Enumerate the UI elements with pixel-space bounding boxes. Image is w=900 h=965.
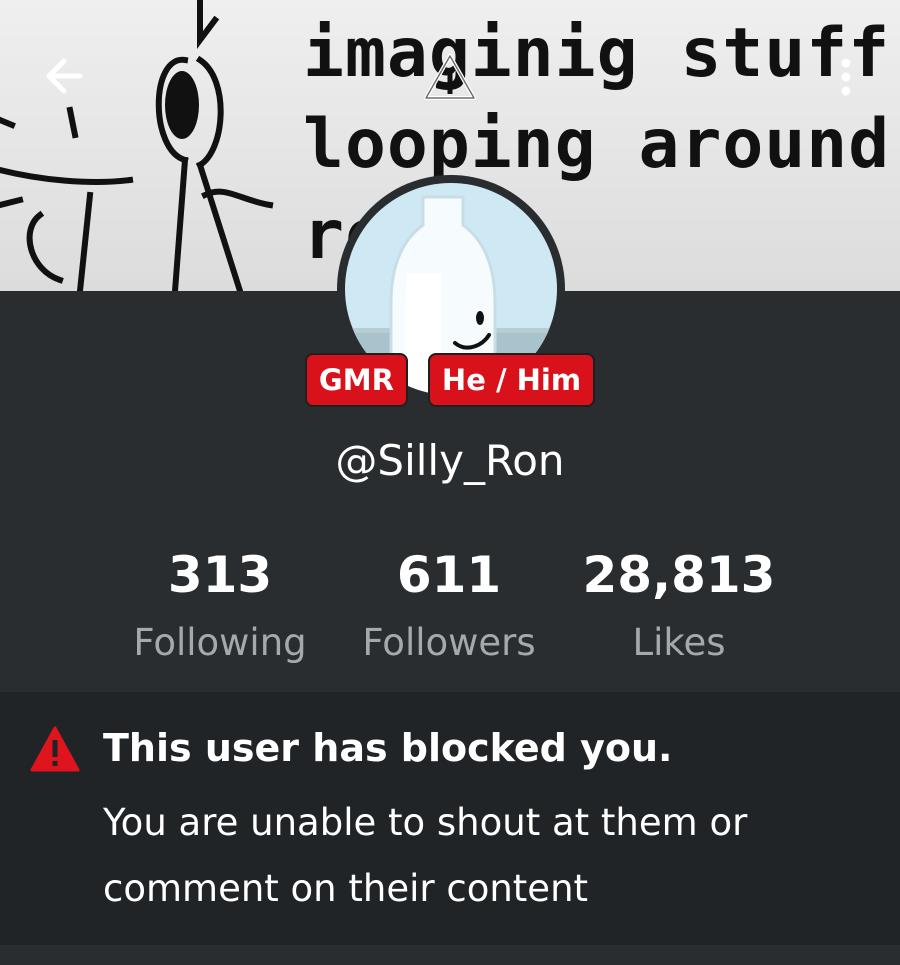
stat-likes: 28,813 Likes xyxy=(569,545,789,673)
following-count: 313 xyxy=(167,546,273,604)
profile-badges: GMR He / Him xyxy=(0,353,900,407)
following-label: Following xyxy=(133,621,307,664)
more-options-button[interactable] xyxy=(826,50,866,104)
warning-filled-icon xyxy=(30,726,80,772)
blocked-notice-title: This user has blocked you. xyxy=(103,726,673,770)
likes-label: Likes xyxy=(632,621,726,664)
badge-pronouns: He / Him xyxy=(427,353,596,407)
stat-followers[interactable]: 611 Followers xyxy=(339,545,559,673)
warning-outline-icon xyxy=(424,54,476,100)
arrow-left-icon xyxy=(46,58,83,94)
report-button[interactable] xyxy=(420,50,480,104)
more-vertical-icon xyxy=(841,58,851,96)
banner-line-2: looping around th xyxy=(303,105,891,184)
likes-count: 28,813 xyxy=(582,546,776,604)
blocked-notice-body: You are unable to shout at them or comme… xyxy=(103,801,748,910)
banner-drawing xyxy=(0,0,274,291)
followers-label: Followers xyxy=(362,621,536,664)
username: @Silly_Ron xyxy=(335,436,565,485)
bottom-strip xyxy=(0,945,900,965)
banner-line-1: imaginig stuff wh xyxy=(303,14,891,93)
back-button[interactable] xyxy=(38,50,90,102)
badge-gmr: GMR xyxy=(304,353,408,407)
followers-count: 611 xyxy=(396,546,502,604)
stat-following[interactable]: 313 Following xyxy=(110,545,330,673)
